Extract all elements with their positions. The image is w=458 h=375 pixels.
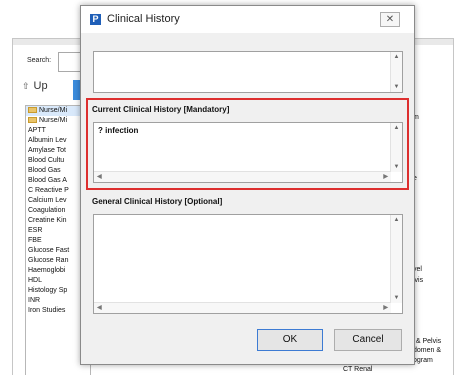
vertical-scrollbar[interactable]: ▲ ▼ [390,123,402,172]
list-item-label: Histology Sp [28,287,68,294]
scroll-down-icon[interactable]: ▼ [391,164,402,170]
list-item-label: Amylase Tot [28,147,66,154]
dialog-title-bar: P Clinical History ✕ [81,6,414,33]
up-arrow-icon: ⇧ [22,80,30,91]
list-item-label: Blood Gas [28,167,61,174]
current-history-label: Current Clinical History [Mandatory] [92,105,230,114]
scroll-left-icon[interactable]: ◀ [97,173,102,180]
list-item-label: ESR [28,227,43,234]
scroll-up-icon[interactable]: ▲ [391,125,402,131]
list-item-label: FBE [28,237,42,244]
list-item-label: Calcium Lev [28,197,67,204]
list-item-label: Blood Cultu [28,157,65,164]
vertical-scrollbar[interactable]: ▲ ▼ [390,52,402,92]
scroll-left-icon[interactable]: ◀ [97,304,102,311]
list-item-label: INR [28,297,41,304]
clinical-history-dialog: P Clinical History ✕ ▲ ▼ Current Clinica… [80,5,415,365]
list-item-label: Creatine Kin [28,217,67,224]
dialog-title: Clinical History [107,13,180,25]
list-item-label: C Reactive P [28,187,69,194]
list-item-ct-renal[interactable]: CT Renal [343,366,372,373]
cancel-button[interactable]: Cancel [334,329,402,351]
list-item-label: APTT [28,127,46,134]
scroll-up-icon[interactable]: ▲ [391,217,402,223]
list-item-label: Albumin Lev [28,137,67,144]
list-item-label: Coagulation [28,207,66,214]
horizontal-scrollbar[interactable]: ◀ ▶ [94,302,391,313]
scroll-right-icon[interactable]: ▶ [383,173,388,180]
scroll-up-icon[interactable]: ▲ [391,54,402,60]
list-item-label: HDL [28,277,43,284]
right-fragment: domen & [413,347,442,354]
scroll-down-icon[interactable]: ▼ [391,295,402,301]
vertical-scrollbar[interactable]: ▲ ▼ [390,215,402,303]
search-label: Search: [27,57,52,64]
top-text-area[interactable]: ▲ ▼ [93,51,403,93]
right-fragment: ogram [413,357,433,364]
current-history-value: ? infection [98,126,139,135]
horizontal-scrollbar[interactable]: ◀ ▶ [94,171,391,182]
up-button[interactable]: ⇧ Up [22,80,48,92]
list-item-label: Nurse/Mi [39,117,68,124]
general-history-input[interactable]: ▲ ▼ ◀ ▶ [93,214,403,314]
list-item-label: Nurse/Mi [39,107,68,114]
current-history-input[interactable]: ? infection ▲ ▼ ◀ ▶ [93,122,403,183]
list-item-label: Iron Studies [28,307,66,314]
list-item-label: Haemoglobi [28,267,66,274]
scroll-right-icon[interactable]: ▶ [383,304,388,311]
folder-icon [28,117,37,123]
list-item-label: Glucose Ran [28,257,69,264]
scroll-down-icon[interactable]: ▼ [391,84,402,90]
close-icon: ✕ [385,14,395,25]
list-item-label: Glucose Fast [28,247,70,254]
folder-icon [28,107,37,113]
close-button[interactable]: ✕ [380,12,400,27]
general-history-label: General Clinical History [Optional] [92,197,223,206]
list-item-label: Blood Gas A [28,177,67,184]
ok-button[interactable]: OK [257,329,323,351]
up-label: Up [33,80,48,92]
app-icon: P [90,14,101,25]
